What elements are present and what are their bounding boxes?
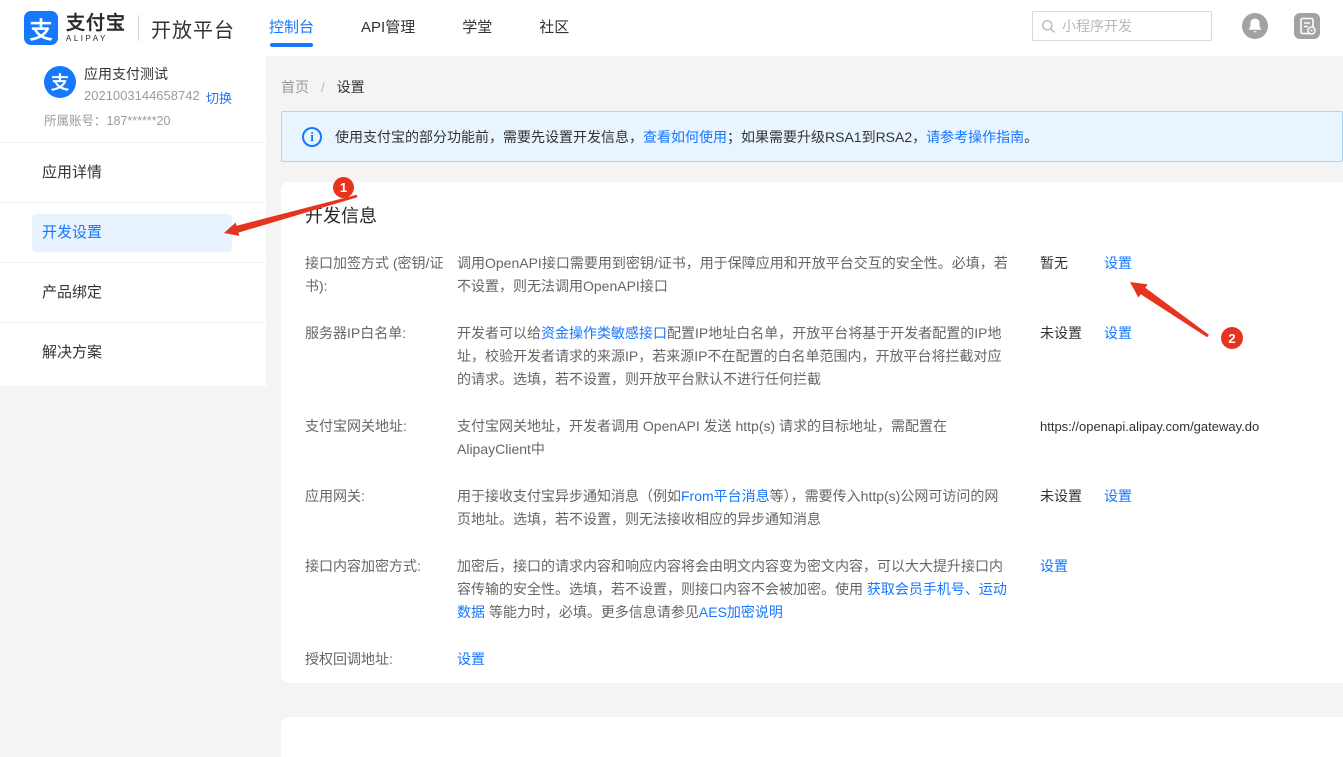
row-description: 支付宝网关地址，开发者调用 OpenAPI 发送 http(s) 请求的目标地址…	[457, 415, 1040, 461]
header-search[interactable]	[1032, 11, 1212, 41]
top-nav: 控制台 API管理学堂社区	[269, 0, 616, 56]
row-label: 应用网关:	[305, 485, 457, 508]
setup-link[interactable]: 设置	[1040, 558, 1068, 574]
annotation-step-2-badge: 2	[1221, 327, 1243, 349]
info-banner: i 使用支付宝的部分功能前，需要先设置开发信息，查看如何使用；如果需要升级RSA…	[281, 111, 1343, 162]
setup-link[interactable]: 设置	[457, 651, 485, 667]
breadcrumb-separator: /	[321, 79, 325, 95]
dev-info-row: 应用网关:用于接收支付宝异步通知消息（例如From平台消息等），需要传入http…	[305, 485, 1319, 531]
dev-info-row: 接口内容加密方式:加密后，接口的请求内容和响应内容将会由明文内容变为密文内容，可…	[305, 555, 1319, 624]
setup-link[interactable]: 设置	[1104, 255, 1132, 271]
switch-app-link[interactable]: 切换	[206, 88, 232, 107]
row-description: 调用OpenAPI接口需要用到密钥/证书，用于保障应用和开放平台交互的安全性。必…	[457, 252, 1040, 298]
app-info: 支 应用支付测试 2021003144658742 切换 所属账号：187***…	[0, 56, 266, 142]
dev-info-card: 开发信息 接口加签方式 (密钥/证书):调用OpenAPI接口需要用到密钥/证书…	[281, 182, 1343, 683]
dev-info-row: 授权回调地址:设置	[305, 648, 1319, 671]
row-status: 未设置	[1040, 322, 1104, 345]
nav-item[interactable]: 控制台	[269, 0, 314, 56]
row-value: https://openapi.alipay.com/gateway.do	[1040, 415, 1104, 438]
setup-link[interactable]: 设置	[1104, 325, 1132, 341]
notification-bell-icon[interactable]	[1242, 13, 1268, 39]
search-input[interactable]	[1062, 18, 1202, 34]
banner-text: 使用支付宝的部分功能前，需要先设置开发信息，查看如何使用；如果需要升级RSA1到…	[335, 127, 1038, 147]
app-name: 应用支付测试	[84, 64, 168, 84]
info-icon: i	[302, 127, 322, 147]
nav-item[interactable]: 学堂	[462, 0, 492, 56]
sidebar-menu-item[interactable]: 解决方案	[0, 322, 266, 382]
platform-title: 开放平台	[151, 14, 235, 43]
search-icon	[1041, 19, 1056, 34]
breadcrumb-home[interactable]: 首页	[281, 79, 309, 95]
alipay-logo[interactable]: 支 支付宝 ALIPAY 开放平台	[24, 11, 235, 45]
row-description: 加密后，接口的请求内容和响应内容将会由明文内容变为密文内容，可以大大提升接口内容…	[457, 555, 1040, 624]
row-status: 暂无	[1040, 252, 1104, 275]
inline-link[interactable]: 请参考操作指南	[926, 129, 1024, 145]
row-label: 接口内容加密方式:	[305, 555, 457, 578]
nav-item[interactable]: API管理	[361, 0, 415, 56]
inline-link[interactable]: AES加密说明	[699, 604, 783, 620]
sidebar-menu-item[interactable]: 开发设置	[0, 202, 266, 262]
row-description: 开发者可以给资金操作类敏感接口配置IP地址白名单，开放平台将基于开发者配置的IP…	[457, 322, 1040, 391]
next-section-card	[281, 717, 1343, 757]
brand-name-en: ALIPAY	[66, 35, 126, 43]
sidebar: 支 应用支付测试 2021003144658742 切换 所属账号：187***…	[0, 56, 266, 386]
row-label: 接口加签方式 (密钥/证书):	[305, 252, 457, 298]
breadcrumb: 首页 / 设置	[281, 77, 365, 97]
sidebar-menu-item[interactable]: 应用详情	[0, 142, 266, 202]
app-avatar: 支	[44, 66, 76, 98]
account-value: 187******20	[107, 114, 171, 128]
row-status: 未设置	[1040, 485, 1104, 508]
breadcrumb-current: 设置	[337, 79, 365, 95]
section-title: 开发信息	[305, 202, 1319, 228]
row-description: 设置	[457, 648, 1040, 671]
nav-item[interactable]: 社区	[539, 0, 569, 56]
setup-link[interactable]: 设置	[1104, 488, 1132, 504]
alipay-logo-icon: 支	[24, 11, 58, 45]
document-badge-icon[interactable]	[1294, 13, 1320, 39]
dev-info-rows: 接口加签方式 (密钥/证书):调用OpenAPI接口需要用到密钥/证书，用于保障…	[305, 252, 1319, 671]
dev-info-row: 接口加签方式 (密钥/证书):调用OpenAPI接口需要用到密钥/证书，用于保障…	[305, 252, 1319, 298]
top-header: 支 支付宝 ALIPAY 开放平台 控制台 API管理学堂社区	[0, 0, 1343, 56]
row-description: 用于接收支付宝异步通知消息（例如From平台消息等），需要传入http(s)公网…	[457, 485, 1040, 531]
sidebar-menu: 应用详情开发设置产品绑定解决方案	[0, 142, 266, 382]
row-label: 支付宝网关地址:	[305, 415, 457, 438]
account-label: 所属账号：	[44, 114, 107, 128]
row-label: 授权回调地址:	[305, 648, 457, 671]
sidebar-menu-item[interactable]: 产品绑定	[0, 262, 266, 322]
inline-link[interactable]: From平台消息	[681, 488, 770, 504]
row-label: 服务器IP白名单:	[305, 322, 457, 345]
inline-link[interactable]: 查看如何使用	[643, 129, 727, 145]
inline-link[interactable]: 资金操作类敏感接口	[541, 325, 667, 341]
brand-name: 支付宝	[66, 14, 126, 33]
annotation-step-1-badge: 1	[333, 177, 354, 198]
dev-info-row: 支付宝网关地址:支付宝网关地址，开发者调用 OpenAPI 发送 http(s)…	[305, 415, 1319, 461]
app-id: 2021003144658742	[84, 88, 200, 103]
logo-divider	[138, 15, 139, 41]
dev-info-row: 服务器IP白名单:开发者可以给资金操作类敏感接口配置IP地址白名单，开放平台将基…	[305, 322, 1319, 391]
